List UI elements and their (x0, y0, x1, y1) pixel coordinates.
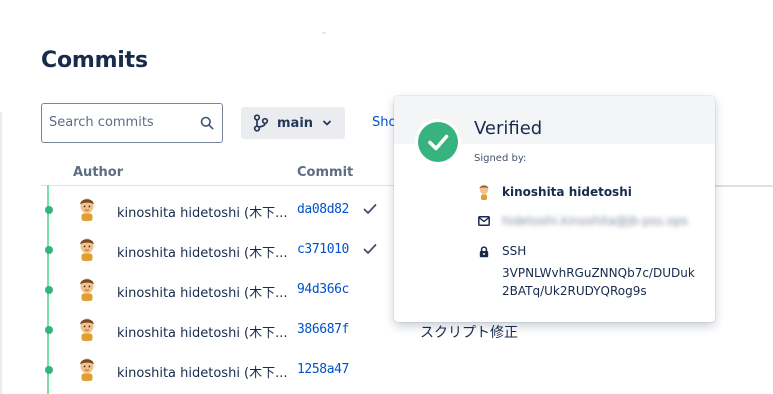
commit-graph-dot (45, 286, 53, 294)
avatar[interactable] (77, 277, 97, 301)
avatar[interactable] (77, 357, 97, 381)
commit-graph-dot (45, 206, 53, 214)
search-input[interactable] (49, 115, 199, 130)
verified-check-icon (418, 122, 458, 162)
avatar (479, 184, 489, 200)
commit-hash-link[interactable]: 94d366c (297, 282, 349, 297)
commit-graph-dot (45, 366, 53, 374)
decorative-speck (322, 32, 326, 34)
commit-hash-link[interactable]: 1258a47 (297, 362, 349, 377)
avatar[interactable] (77, 197, 97, 221)
header-divider-right (715, 186, 773, 187)
branch-icon (253, 114, 269, 132)
chevron-down-icon (323, 120, 331, 126)
show-toggle-link[interactable]: Sho (372, 115, 396, 130)
commit-author: kinoshita hidetoshi (木下... (117, 366, 288, 381)
commit-message: スクリプト修正 (420, 325, 518, 341)
commit-hash-link[interactable]: da08d82 (297, 202, 349, 217)
author-column-header: Author (73, 165, 124, 180)
table-row[interactable]: kinoshita hidetoshi (木下... 1258a47 (41, 350, 773, 390)
commit-hash-link[interactable]: 386687f (297, 322, 349, 337)
check-icon[interactable] (363, 243, 377, 255)
check-icon[interactable] (363, 203, 377, 215)
popover-title: Verified (474, 118, 543, 139)
avatar[interactable] (77, 237, 97, 261)
branch-label: main (277, 115, 314, 131)
commit-column-header: Commit (297, 165, 354, 180)
page-title: Commits (41, 48, 148, 73)
mail-icon (478, 216, 490, 226)
commit-graph-dot (45, 246, 53, 254)
commit-graph-dot (45, 326, 53, 334)
key-type: SSH (502, 244, 527, 258)
signer-name: kinoshita hidetoshi (502, 185, 632, 199)
signer-email-redacted: hidetoshi.kinoshita@jb-pss.ops (502, 214, 688, 228)
lock-icon (479, 246, 489, 258)
page-left-border (0, 112, 2, 394)
signed-by-label: Signed by: (474, 153, 527, 164)
avatar[interactable] (77, 317, 97, 341)
search-commits-field[interactable] (41, 103, 223, 143)
verified-signature-popover: Verified Signed by: kinoshita hidetoshi … (394, 96, 715, 322)
commit-author: kinoshita hidetoshi (木下... (117, 286, 288, 301)
commit-author: kinoshita hidetoshi (木下... (117, 326, 288, 341)
search-icon[interactable] (200, 116, 214, 130)
commit-author: kinoshita hidetoshi (木下... (117, 206, 288, 221)
branch-selector-button[interactable]: main (241, 107, 345, 139)
key-fingerprint: 3VPNLWvhRGuZNNQb7c/DUDuk2BATq/Uk2RUDYQRo… (502, 266, 695, 298)
commit-author: kinoshita hidetoshi (木下... (117, 246, 288, 261)
commit-hash-link[interactable]: c371010 (297, 242, 349, 257)
